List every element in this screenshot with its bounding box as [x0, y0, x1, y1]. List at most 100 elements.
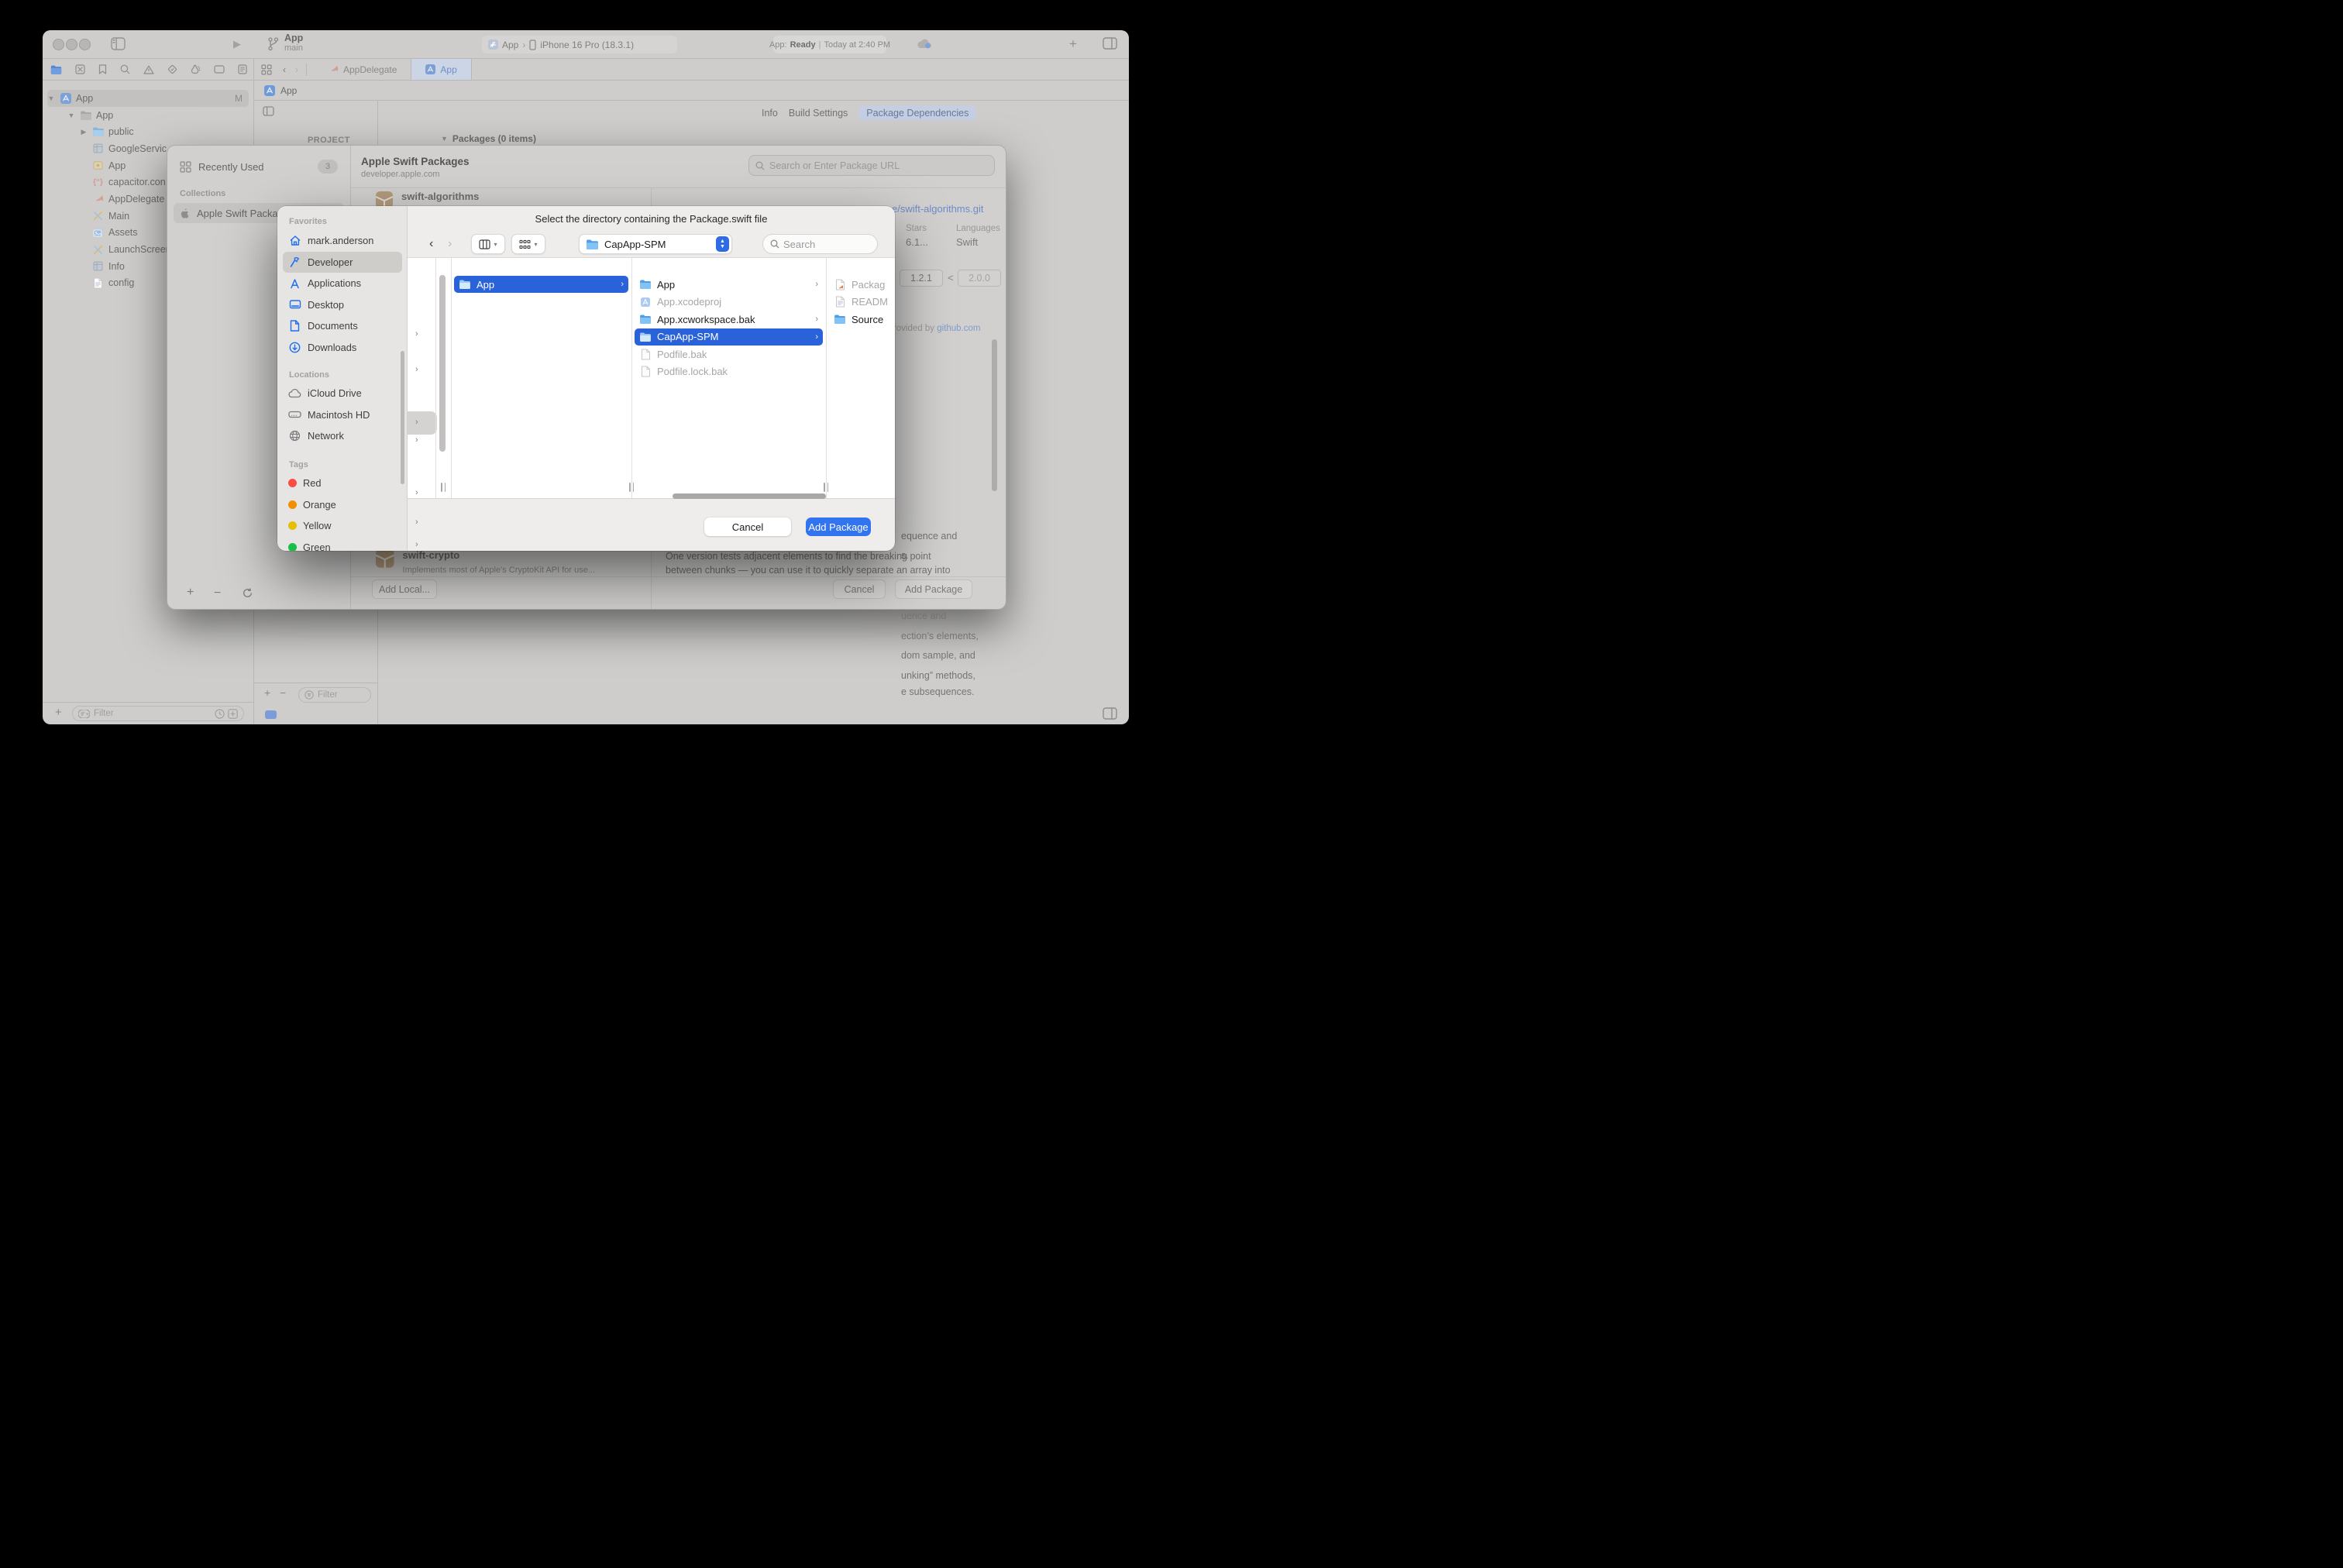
navigator-row-root[interactable]: ▼AppM	[47, 90, 249, 107]
project-remove-button[interactable]: −	[280, 686, 286, 699]
file-row-packag[interactable]: Packag	[829, 276, 895, 293]
file-row-app-xcworkspace-bak[interactable]: App.xcworkspace.bak›	[635, 311, 823, 328]
add-editor-icon[interactable]: +	[1069, 36, 1077, 52]
column-overflow-chevron[interactable]: ›	[415, 329, 418, 339]
file-row-app[interactable]: App›	[635, 276, 823, 293]
editor-layout-icon[interactable]	[1103, 37, 1117, 50]
back-nav-icon[interactable]: ‹	[283, 64, 286, 75]
column-overflow-chevron[interactable]: ›	[415, 488, 418, 497]
column-overflow-chevron[interactable]: ›	[415, 418, 418, 427]
navigator-search-icon[interactable]	[120, 64, 130, 74]
file-row-capapp-spm[interactable]: CapApp-SPM›	[635, 328, 823, 346]
cloud-icon	[288, 388, 301, 398]
tab-build-settings[interactable]: Build Settings	[789, 108, 848, 119]
run-button[interactable]: ▶	[233, 38, 241, 50]
recently-used-item[interactable]: Recently Used 3	[174, 156, 344, 177]
tab-app[interactable]: App	[411, 59, 471, 80]
version-min-field[interactable]: 1.2.1	[900, 270, 943, 287]
sidebar-toggle-icon[interactable]	[111, 37, 126, 50]
navigator-row[interactable]: ▶public	[47, 123, 249, 140]
navigator-row[interactable]: ▼App	[47, 107, 249, 124]
navigator-tests-icon[interactable]	[167, 64, 177, 74]
version-max-field[interactable]: 2.0.0	[958, 270, 1001, 287]
collection-remove-button[interactable]: −	[214, 586, 221, 600]
cancel-button[interactable]: Cancel	[704, 518, 791, 536]
sidebar-item-macintosh-hd[interactable]: Macintosh HD	[283, 404, 402, 425]
chevron-down-icon: ▾	[494, 241, 497, 248]
sidebar-item-red[interactable]: Red	[283, 473, 402, 493]
package-search-field[interactable]: Search or Enter Package URL	[748, 155, 995, 176]
navigator-folder-icon[interactable]	[50, 65, 62, 74]
inspector-toggle-icon[interactable]	[263, 106, 274, 116]
horizontal-scrollbar[interactable]	[673, 493, 826, 499]
jump-bar[interactable]: App	[253, 81, 1129, 100]
sidebar-item-network[interactable]: Network	[283, 425, 402, 446]
traffic-zoom-button[interactable]	[79, 39, 91, 50]
add-package-button[interactable]: Add Package	[806, 518, 871, 536]
package-row-swift-crypto[interactable]: swift-crypto Implements most of Apple's …	[375, 548, 646, 576]
run-destination-pill[interactable]: App › iPhone 16 Pro (18.3.1)	[482, 36, 677, 53]
column-scrollbar[interactable]	[439, 275, 446, 452]
navigator-filter-field[interactable]: Filter	[72, 706, 244, 721]
detail-scrollbar[interactable]	[992, 339, 997, 491]
collection-reload-icon[interactable]	[242, 587, 253, 599]
directory-popup[interactable]: CapApp-SPM ▲▼	[579, 234, 732, 254]
sidebar-scrollbar[interactable]	[401, 351, 404, 484]
file-search-field[interactable]: Search	[762, 234, 878, 254]
pkg-add-package-button[interactable]: Add Package	[895, 579, 972, 599]
column-resize-handle[interactable]	[821, 483, 831, 492]
sidebar-item-applications[interactable]: Applications	[283, 273, 402, 294]
swift-icon	[329, 64, 339, 74]
readme-fragment: e subsequences.	[901, 686, 975, 697]
github-link[interactable]: github.com	[937, 324, 980, 333]
file-row-podfile-lock-bak[interactable]: Podfile.lock.bak	[635, 363, 823, 380]
sidebar-item-documents[interactable]: Documents	[283, 315, 402, 336]
file-row-readm[interactable]: READM	[829, 294, 895, 311]
file-row-source[interactable]: Source	[829, 311, 895, 328]
traffic-minimize-button[interactable]	[66, 39, 77, 50]
sidebar-item-icloud-drive[interactable]: iCloud Drive	[283, 383, 402, 404]
project-add-button[interactable]: +	[264, 686, 270, 699]
sidebar-item-developer[interactable]: Developer	[283, 252, 402, 273]
file-row-podfile-bak[interactable]: Podfile.bak	[635, 346, 823, 363]
forward-button[interactable]: ›	[448, 237, 452, 251]
traffic-close-button[interactable]	[53, 39, 64, 50]
collection-add-button[interactable]: +	[187, 586, 194, 600]
sidebar-item-mark-anderson[interactable]: mark.anderson	[283, 230, 402, 251]
sidebar-item-desktop[interactable]: Desktop	[283, 294, 402, 315]
column-resize-handle[interactable]	[626, 483, 637, 492]
tab-overview-icon[interactable]	[261, 64, 272, 75]
group-view-button[interactable]: ▾	[511, 234, 545, 254]
package-url-link[interactable]: e/swift-algorithms.git	[892, 203, 983, 215]
column-overflow-chevron[interactable]: ›	[415, 435, 418, 445]
add-local-button[interactable]: Add Local...	[372, 579, 437, 599]
forward-nav-icon[interactable]: ›	[295, 64, 298, 75]
packages-section-header[interactable]: ▼ Packages (0 items)	[441, 133, 536, 144]
column-overflow-chevron[interactable]: ›	[415, 518, 418, 527]
column-view-button[interactable]: ▾	[471, 234, 505, 254]
column-resize-handle[interactable]	[438, 483, 449, 492]
bottom-editor-layout-icon[interactable]	[1103, 707, 1117, 720]
navigator-breakpoints-icon[interactable]	[214, 65, 225, 74]
add-file-button[interactable]: +	[55, 706, 62, 719]
navigator-reports-icon[interactable]	[238, 64, 247, 74]
back-button[interactable]: ‹	[429, 237, 433, 251]
file-row-app[interactable]: App›	[454, 276, 628, 293]
sidebar-item-downloads[interactable]: Downloads	[283, 337, 402, 358]
column-overflow-chevron[interactable]: ›	[415, 365, 418, 374]
navigator-debug-icon[interactable]	[191, 64, 201, 74]
pkg-cancel-button[interactable]: Cancel	[833, 579, 886, 599]
sidebar-item-yellow[interactable]: Yellow	[283, 515, 402, 536]
tab-package-dependencies[interactable]: Package Dependencies	[858, 105, 976, 121]
tab-appdelegate[interactable]: AppDelegate	[315, 59, 411, 80]
project-filter-field[interactable]: Filter	[298, 687, 371, 703]
column-overflow-chevron[interactable]: ›	[415, 540, 418, 549]
tab-info[interactable]: Info	[762, 108, 778, 119]
navigator-issues-icon[interactable]	[143, 65, 154, 74]
file-row-app-xcodeproj[interactable]: App.xcodeproj	[635, 294, 823, 311]
sidebar-item-orange[interactable]: Orange	[283, 494, 402, 515]
sidebar-item-green[interactable]: Green	[283, 537, 402, 551]
navigator-bookmark-icon[interactable]	[98, 64, 107, 74]
folder-icon	[459, 280, 471, 289]
navigator-scm-icon[interactable]	[75, 64, 85, 74]
